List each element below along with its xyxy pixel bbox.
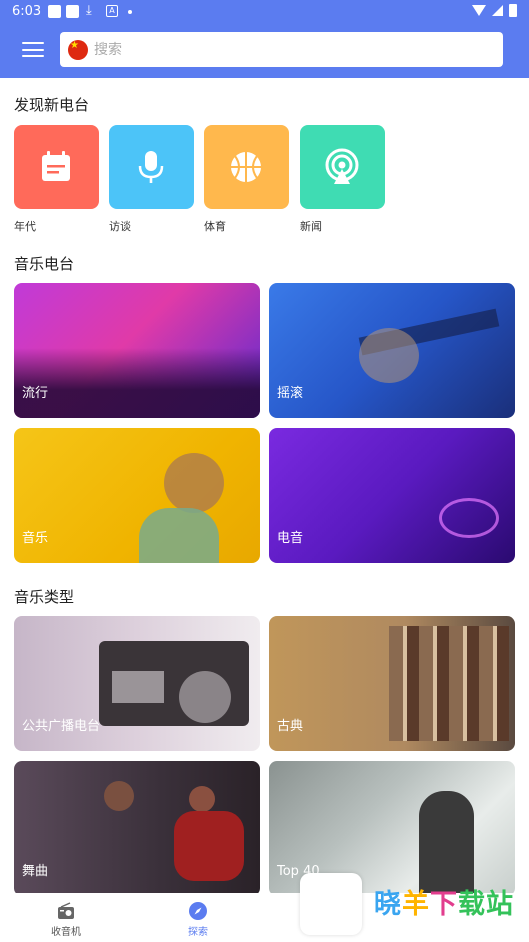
discover-tile-era[interactable] — [14, 125, 99, 209]
card-label: 公共广播电台 — [22, 719, 101, 734]
cassette-deck — [112, 671, 164, 703]
discover-label: 体育 — [204, 220, 226, 233]
person-head — [164, 453, 224, 513]
status-bar: 6:03 ⤓ A — [0, 0, 529, 24]
watermark-logo — [300, 873, 362, 935]
download-icon: ⤓ — [86, 3, 92, 18]
calendar-icon — [42, 151, 70, 181]
radio-card-rock[interactable]: 摇滚 — [269, 283, 515, 418]
notification-icon — [48, 5, 61, 18]
broadcast-icon — [325, 148, 359, 184]
menu-button[interactable] — [22, 42, 44, 58]
section-title-genres: 音乐类型 — [14, 588, 75, 606]
battery-icon — [509, 4, 517, 17]
singer-silhouette — [419, 791, 474, 896]
card-label: 摇滚 — [277, 386, 304, 401]
discover-label: 访谈 — [109, 220, 131, 233]
search-input[interactable] — [94, 32, 494, 67]
radio-icon — [58, 902, 74, 919]
signal-icon — [492, 5, 503, 16]
app-header: 6:03 ⤓ A ★ — [0, 0, 529, 78]
crowd-silhouette — [14, 348, 260, 418]
section-title-music-radio: 音乐电台 — [14, 255, 75, 273]
nav-tab-explore[interactable]: 探索 — [158, 893, 238, 942]
discover-label: 新闻 — [300, 220, 322, 233]
nav-label: 收音机 — [51, 927, 81, 938]
record-shelf — [389, 626, 509, 741]
app-notification-icon: A — [106, 5, 118, 17]
genre-card-public-radio[interactable]: 公共广播电台 — [14, 616, 260, 751]
guitar-body — [359, 328, 419, 383]
card-label: 电音 — [277, 531, 304, 546]
radio-card-music[interactable]: 音乐 — [14, 428, 260, 563]
radio-card-pop[interactable]: 流行 — [14, 283, 260, 418]
discover-tile-news[interactable] — [300, 125, 385, 209]
card-label: 舞曲 — [22, 864, 49, 879]
microphone-icon — [138, 151, 164, 183]
discover-tile-sports[interactable] — [204, 125, 289, 209]
basketball-icon — [231, 152, 261, 182]
card-label: 古典 — [277, 719, 304, 734]
card-label: 音乐 — [22, 531, 49, 546]
status-time: 6:03 — [12, 4, 42, 19]
radio-card-electronic[interactable]: 电音 — [269, 428, 515, 563]
person-body — [139, 508, 219, 563]
card-label: 流行 — [22, 386, 49, 401]
dancer-head — [189, 786, 215, 812]
genre-card-dance[interactable]: 舞曲 — [14, 761, 260, 896]
watermark-text: 晓羊下载站 — [374, 889, 514, 920]
discover-label: 年代 — [14, 220, 36, 233]
nav-tab-radio[interactable]: 收音机 — [26, 893, 106, 942]
section-title-discover: 发现新电台 — [14, 96, 90, 114]
search-bar[interactable]: ★ — [60, 32, 503, 67]
nav-label: 探索 — [188, 927, 208, 938]
turntable-light — [439, 498, 499, 538]
status-right — [472, 4, 517, 17]
dancer-head — [104, 781, 134, 811]
compass-icon — [189, 902, 207, 920]
dancer-dress — [174, 811, 244, 881]
discover-tile-talk[interactable] — [109, 125, 194, 209]
genre-card-classical[interactable]: 古典 — [269, 616, 515, 751]
more-notifications-icon — [128, 10, 132, 14]
speaker-grill — [179, 671, 231, 723]
wifi-icon — [472, 5, 486, 16]
china-flag-icon[interactable]: ★ — [68, 40, 88, 60]
notification-icon — [66, 5, 79, 18]
